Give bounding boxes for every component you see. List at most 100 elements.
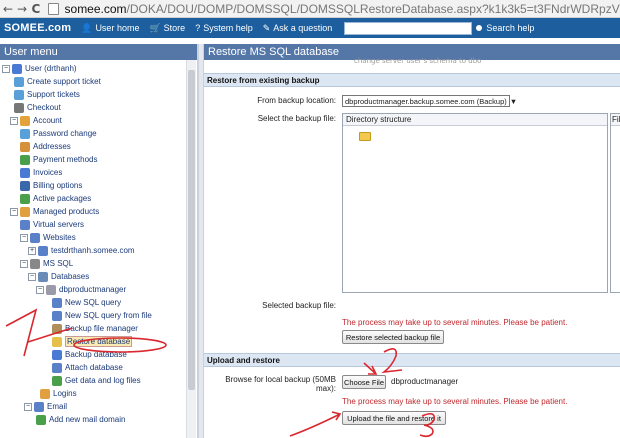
menu-item-checkout[interactable]: Checkout <box>14 101 61 114</box>
search-radio[interactable] <box>476 25 483 31</box>
restore-selected-button[interactable]: Restore selected backup file <box>342 330 444 344</box>
menu-item-label: Backup file manager <box>65 324 138 333</box>
menu-item-account[interactable]: − Account <box>10 114 62 127</box>
attach-database-icon <box>52 362 62 373</box>
site-testdrthanh-icon <box>38 245 48 256</box>
upload-and-restore-button[interactable]: Upload the file and restore it <box>342 411 446 425</box>
get-data-log-files-icon <box>52 375 62 386</box>
menu-scrollbar[interactable] <box>186 60 196 438</box>
expand-toggle-icon[interactable]: + <box>28 246 36 255</box>
add-mail-domain-icon <box>36 414 46 425</box>
system-help-link[interactable]: ? System help <box>195 23 253 33</box>
new-sql-query-icon <box>52 297 62 308</box>
menu-item-label: Support tickets <box>27 90 80 99</box>
store-link[interactable]: 🛒 Store <box>149 23 185 34</box>
menu-item-addresses[interactable]: Addresses <box>20 140 71 153</box>
account-icon <box>20 115 30 126</box>
menu-item-label: Websites <box>43 233 76 242</box>
menu-item-site-testdrthanh[interactable]: + testdrthanh.somee.com <box>28 244 135 257</box>
menu-item-managed-products[interactable]: − Managed products <box>10 205 99 218</box>
menu-item-label: Restore database <box>65 336 133 347</box>
menu-item-attach-database[interactable]: Attach database <box>52 361 123 374</box>
menu-item-logins[interactable]: Logins <box>40 387 77 400</box>
upload-wait-note: The process may take up to several minut… <box>342 397 568 406</box>
restore-wait-note: The process may take up to several minut… <box>342 318 568 327</box>
menu-item-label: Checkout <box>27 103 61 112</box>
scrollbar-thumb[interactable] <box>188 70 195 390</box>
ask-question-link[interactable]: ✎ Ask a question <box>263 23 333 34</box>
forward-arrow-icon[interactable]: → <box>16 2 28 16</box>
managed-products-icon <box>20 206 30 217</box>
menu-item-user[interactable]: − User (drthanh) <box>2 62 77 75</box>
upload-restore-header: Upload and restore <box>204 353 620 367</box>
menu-item-get-data-log-files[interactable]: Get data and log files <box>52 374 141 387</box>
menu-item-ms-sql[interactable]: − MS SQL <box>20 257 73 270</box>
restore-panel: Restore MS SQL database change server us… <box>204 44 620 438</box>
menu-item-label: Payment methods <box>33 155 98 164</box>
file-column-header: File <box>611 114 620 126</box>
menu-item-label: Password change <box>33 129 97 138</box>
choose-file-button[interactable]: Choose File <box>342 375 386 389</box>
invoices-icon <box>20 167 30 178</box>
menu-item-label: Get data and log files <box>65 376 141 385</box>
site-logo[interactable]: SOMEE.com <box>4 22 71 34</box>
menu-item-dbproductmanager[interactable]: − dbproductmanager <box>36 283 126 296</box>
url-host: somee.com <box>64 1 127 16</box>
new-sql-query-file-icon <box>52 310 62 321</box>
collapse-toggle-icon[interactable]: − <box>20 259 28 268</box>
menu-item-billing-options[interactable]: Billing options <box>20 179 82 192</box>
menu-item-new-sql-query[interactable]: New SQL query <box>52 296 121 309</box>
user-icon: 👤 <box>81 22 93 33</box>
help-icon: ? <box>195 23 201 33</box>
addresses-icon <box>20 141 30 152</box>
menu-item-databases[interactable]: − Databases <box>28 270 89 283</box>
reload-icon[interactable]: C <box>30 2 42 16</box>
logins-icon <box>40 388 50 399</box>
search-help-label[interactable]: Search help <box>486 23 534 33</box>
search-input[interactable] <box>344 21 473 35</box>
collapse-toggle-icon[interactable]: − <box>10 207 18 216</box>
folder-icon[interactable] <box>359 132 371 141</box>
menu-item-email[interactable]: − Email <box>24 400 67 413</box>
menu-item-restore-database[interactable]: Restore database <box>52 335 133 348</box>
menu-item-backup-database[interactable]: Backup database <box>52 348 127 361</box>
directory-tree-box[interactable]: Directory structure <box>342 113 608 293</box>
backup-location-select[interactable]: dbproductmanager.backup.somee.com (Backu… <box>342 95 517 107</box>
collapse-toggle-icon[interactable]: − <box>10 116 18 125</box>
menu-item-backup-file-manager[interactable]: Backup file manager <box>52 322 138 335</box>
collapse-toggle-icon[interactable]: − <box>36 285 44 294</box>
menu-item-add-mail-domain[interactable]: Add new mail domain <box>36 413 125 426</box>
collapse-toggle-icon[interactable]: − <box>2 64 10 73</box>
menu-item-support-tickets[interactable]: Support tickets <box>14 88 80 101</box>
create-ticket-icon <box>14 76 24 87</box>
menu-item-virtual-servers[interactable]: Virtual servers <box>20 218 84 231</box>
backup-database-icon <box>52 349 62 360</box>
menu-item-invoices[interactable]: Invoices <box>20 166 62 179</box>
user-home-link[interactable]: 👤 User home <box>81 23 139 34</box>
menu-item-label: Account <box>33 116 62 125</box>
menu-item-label: Invoices <box>33 168 63 177</box>
menu-item-active-packages[interactable]: Active packages <box>20 192 91 205</box>
collapse-toggle-icon[interactable]: − <box>20 233 28 242</box>
file-list-box[interactable]: File <box>610 113 620 293</box>
menu-item-create-ticket[interactable]: Create support ticket <box>14 75 101 88</box>
menu-item-websites[interactable]: − Websites <box>20 231 76 244</box>
directory-header: Directory structure <box>343 114 607 126</box>
menu-item-label: dbproductmanager <box>59 285 127 294</box>
password-change-icon <box>20 128 30 139</box>
address-bar[interactable]: somee.com/DOKA/DOU/DOMP/DOMSSQL/DOMSSQLR… <box>65 2 620 16</box>
menu-item-password-change[interactable]: Password change <box>20 127 97 140</box>
billing-options-icon <box>20 180 30 191</box>
menu-item-label: Email <box>47 402 68 411</box>
cart-icon: 🛒 <box>149 22 161 33</box>
collapse-toggle-icon[interactable]: − <box>24 402 32 411</box>
chosen-file-name: dbproductmanager <box>391 377 459 386</box>
menu-item-label: Logins <box>53 389 77 398</box>
collapse-toggle-icon[interactable]: − <box>28 272 36 281</box>
back-arrow-icon[interactable]: ← <box>2 2 14 16</box>
selected-file-label: Selected backup file: <box>262 301 336 310</box>
websites-icon <box>30 232 40 243</box>
menu-item-label: Addresses <box>33 142 71 151</box>
menu-item-payment-methods[interactable]: Payment methods <box>20 153 97 166</box>
menu-item-new-sql-query-file[interactable]: New SQL query from file <box>52 309 152 322</box>
